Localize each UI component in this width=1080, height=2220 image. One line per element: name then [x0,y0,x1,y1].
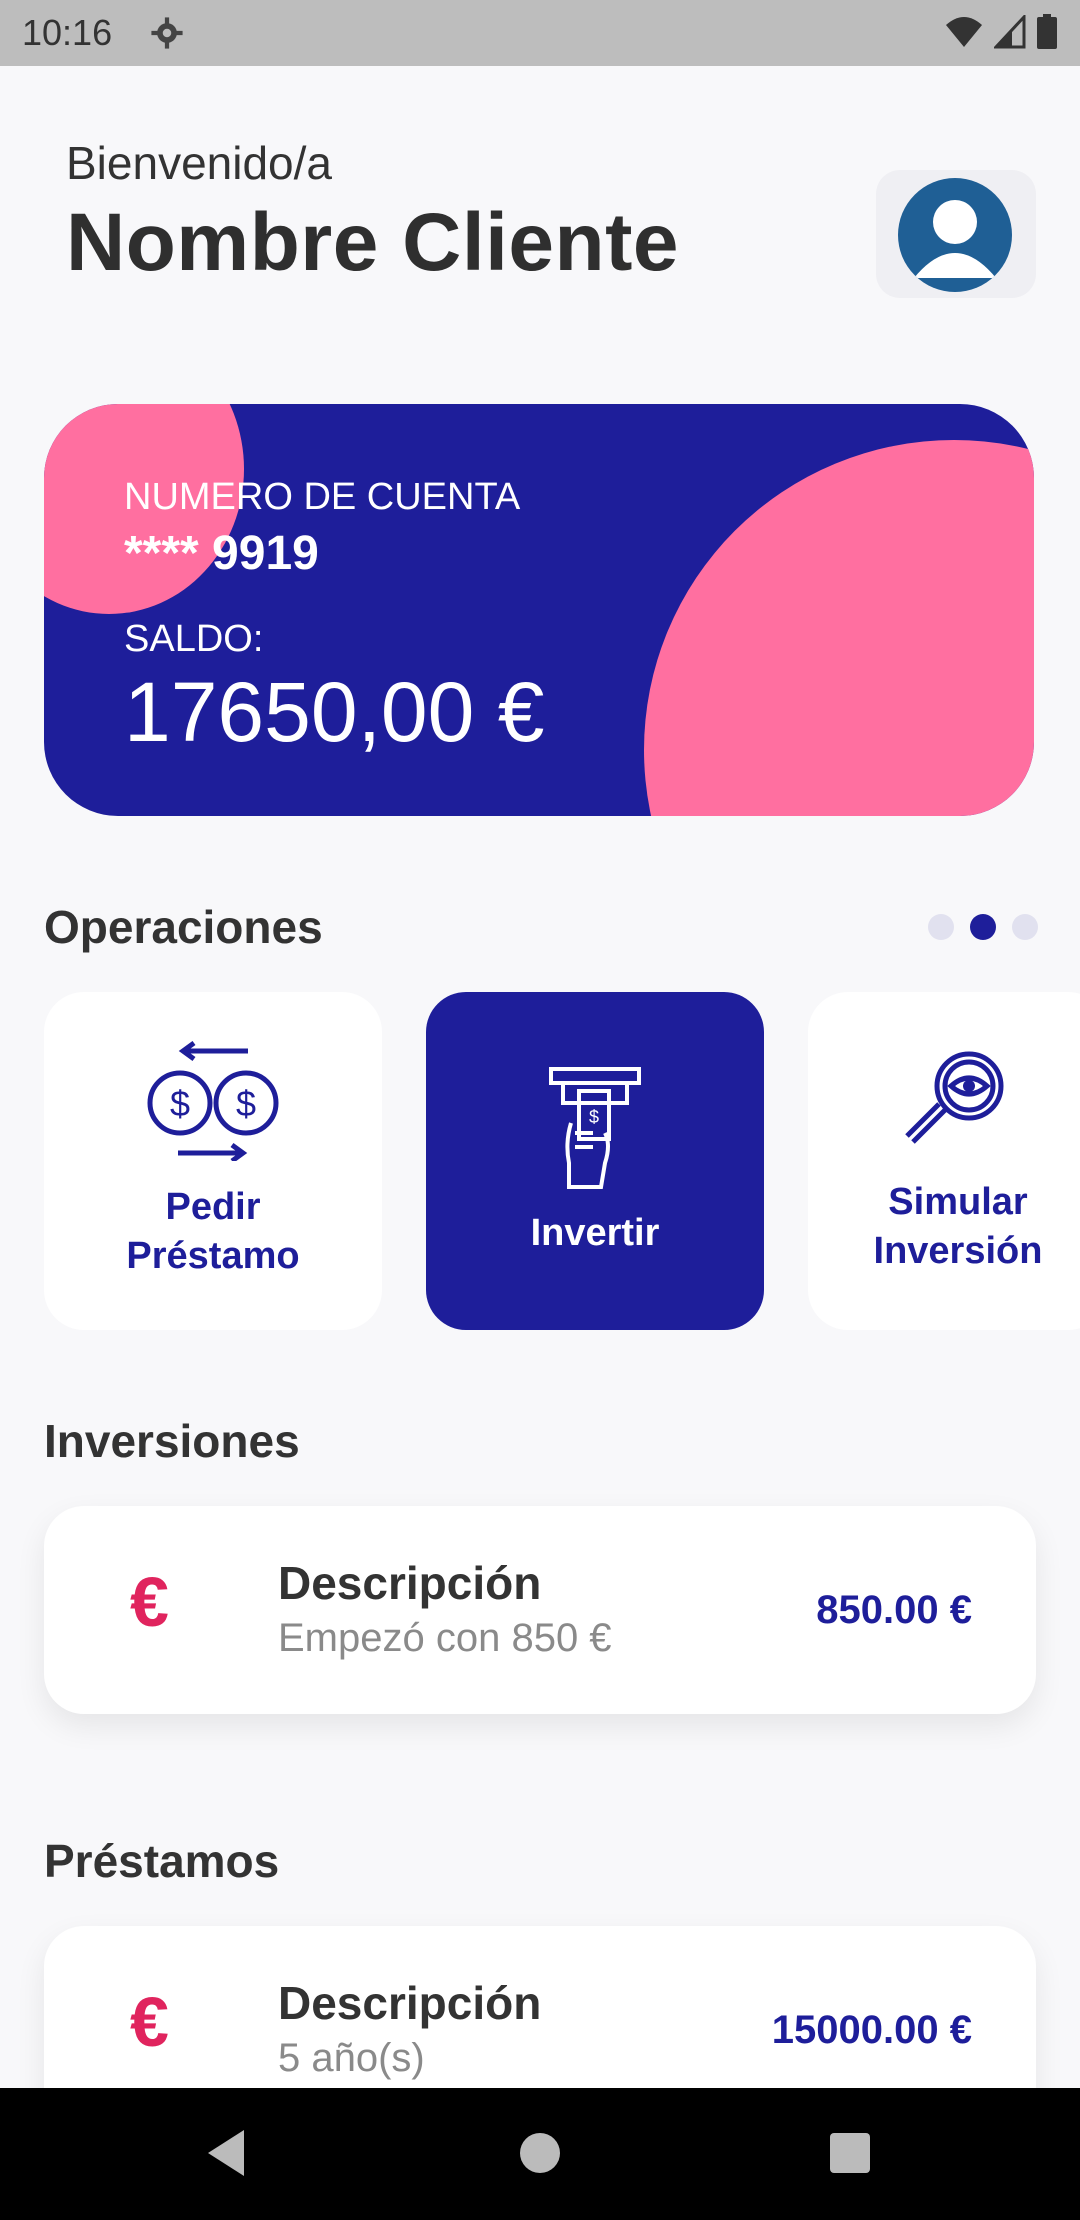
signal-icon [994,15,1026,49]
account-number-label: NUMERO DE CUENTA [124,476,521,518]
pager-dot-active[interactable] [970,914,996,940]
svg-text:$: $ [170,1083,190,1124]
svg-text:$: $ [589,1107,599,1127]
battery-icon [1037,14,1057,49]
loan-amount: 15000.00 € [771,2008,972,2052]
wifi-icon [946,17,982,47]
loan-title: Descripción [278,1977,542,2029]
client-name: Nombre Cliente [66,197,679,288]
operations-title: Operaciones [44,901,323,953]
balance-label: SALDO: [124,618,264,660]
atm-cash-icon: $ [549,1067,641,1190]
welcome-text: Bienvenido/a [66,137,332,189]
pager-dots [928,914,1038,940]
exchange-dollar-icon: $ $ [147,1040,279,1161]
investment-amount: 850.00 € [816,1588,972,1632]
investment-item[interactable]: € Descripción Empezó con 850 € 850.00 € [44,1506,1036,1714]
euro-icon: € [130,1983,169,2061]
back-icon[interactable] [204,2128,248,2178]
recents-icon[interactable] [828,2128,872,2178]
account-card[interactable]: NUMERO DE CUENTA **** 9919 SALDO: 17650,… [44,404,1034,816]
euro-icon: € [130,1563,169,1641]
system-navigation-bar [0,2088,1080,2220]
profile-button[interactable] [876,170,1036,298]
balance-amount: 17650,00 € [124,665,545,759]
loan-subtitle: 5 año(s) [278,2036,425,2080]
account-number: **** 9919 [124,527,319,580]
magnifier-eye-icon [905,1051,1004,1144]
pager-dot[interactable] [1012,914,1038,940]
operation-label-line1: Simular [888,1180,1028,1223]
settings-gear-icon [151,17,183,49]
operation-label-line1: Pedir [165,1185,261,1228]
status-bar: 10:16 [0,0,1080,66]
operation-label-line1: Invertir [530,1212,660,1255]
investments-title: Inversiones [44,1415,300,1467]
status-time: 10:16 [22,12,113,53]
avatar-icon [898,178,1012,292]
operation-simulate-investment[interactable]: Simular Inversión [808,992,1080,1330]
operation-invest[interactable]: $ Invertir [426,992,764,1330]
operation-label-line2: Inversión [873,1230,1043,1272]
pager-dot[interactable] [928,914,954,940]
loans-title: Préstamos [44,1835,280,1887]
home-icon[interactable] [518,2128,562,2178]
investment-title: Descripción [278,1557,542,1609]
investment-subtitle: Empezó con 850 € [278,1616,612,1660]
svg-text:$: $ [236,1083,256,1124]
decorative-circle-right [644,440,1034,816]
operation-label-line2: Préstamo [126,1235,300,1277]
operation-request-loan[interactable]: $ $ Pedir Préstamo [44,992,382,1330]
